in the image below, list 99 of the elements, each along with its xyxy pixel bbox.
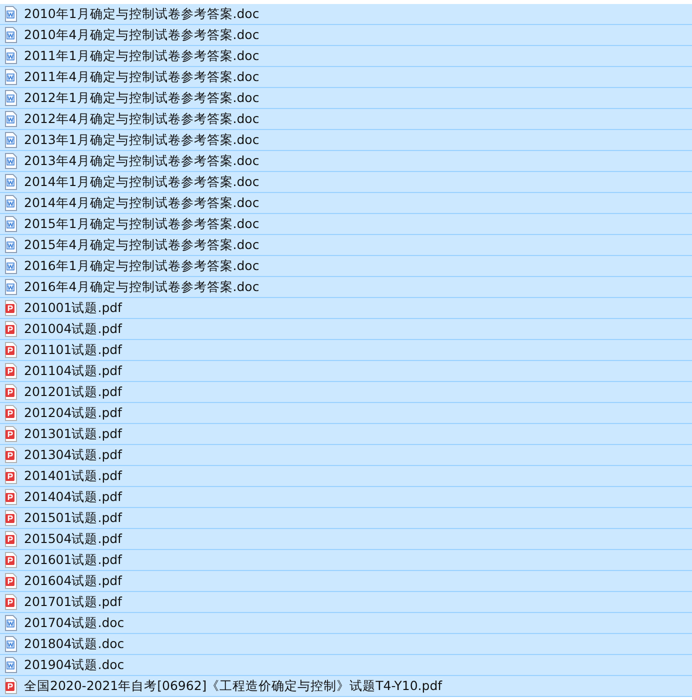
document-icon <box>4 657 18 673</box>
pdf-icon <box>4 447 18 463</box>
pdf-icon <box>4 384 18 400</box>
file-row[interactable]: 201104试题.pdf <box>0 361 692 382</box>
pdf-icon <box>4 405 18 421</box>
pdf-icon <box>4 468 18 484</box>
file-name: 2016年1月确定与控制试卷参考答案.doc <box>24 258 260 274</box>
file-row[interactable]: 201001试题.pdf <box>0 298 692 319</box>
document-icon <box>4 90 18 106</box>
file-name: 201104试题.pdf <box>24 362 122 380</box>
file-name: 2013年1月确定与控制试卷参考答案.doc <box>24 132 260 148</box>
file-row[interactable]: 2010年1月确定与控制试卷参考答案.doc <box>0 4 692 25</box>
file-row[interactable]: 201904试题.doc <box>0 655 692 676</box>
file-row[interactable]: 201304试题.pdf <box>0 445 692 466</box>
file-row[interactable]: 2011年1月确定与控制试卷参考答案.doc <box>0 46 692 67</box>
file-row[interactable]: 201201试题.pdf <box>0 382 692 403</box>
pdf-icon <box>4 552 18 568</box>
file-row[interactable]: 201601试题.pdf <box>0 550 692 571</box>
file-row[interactable]: 2014年4月确定与控制试卷参考答案.doc <box>0 193 692 214</box>
document-icon <box>4 237 18 253</box>
document-icon <box>4 216 18 232</box>
file-row[interactable]: 全国2020-2021年自考[06962]《工程造价确定与控制》试题T4-Y10.pdf <box>0 676 692 697</box>
file-name: 2016年4月确定与控制试卷参考答案.doc <box>24 278 260 296</box>
document-icon <box>4 615 18 631</box>
file-name: 201504试题.pdf <box>24 530 122 548</box>
file-name: 201501试题.pdf <box>24 510 122 526</box>
file-row[interactable]: 2016年1月确定与控制试卷参考答案.doc <box>0 256 692 277</box>
document-icon <box>4 69 18 85</box>
file-name: 2010年1月确定与控制试卷参考答案.doc <box>24 6 260 22</box>
document-icon <box>4 6 18 22</box>
file-name: 2010年4月确定与控制试卷参考答案.doc <box>24 26 260 44</box>
document-icon <box>4 279 18 295</box>
file-name: 2015年4月确定与控制试卷参考答案.doc <box>24 236 260 254</box>
pdf-icon <box>4 573 18 589</box>
file-name: 2014年4月确定与控制试卷参考答案.doc <box>24 194 260 212</box>
file-row[interactable]: 2015年1月确定与控制试卷参考答案.doc <box>0 214 692 235</box>
pdf-icon <box>4 426 18 442</box>
file-name: 201301试题.pdf <box>24 426 122 442</box>
pdf-icon <box>4 363 18 379</box>
file-name: 201204试题.pdf <box>24 404 122 422</box>
file-name: 201404试题.pdf <box>24 488 122 506</box>
document-icon <box>4 132 18 148</box>
file-name: 201001试题.pdf <box>24 300 122 316</box>
file-row[interactable]: 2012年4月确定与控制试卷参考答案.doc <box>0 109 692 130</box>
file-name: 2012年4月确定与控制试卷参考答案.doc <box>24 110 260 128</box>
pdf-icon <box>4 489 18 505</box>
pdf-icon <box>4 594 18 610</box>
document-icon <box>4 258 18 274</box>
file-name: 2013年4月确定与控制试卷参考答案.doc <box>24 152 260 170</box>
file-name: 全国2020-2021年自考[06962]《工程造价确定与控制》试题T4-Y10.pdf <box>24 678 442 694</box>
file-name: 2015年1月确定与控制试卷参考答案.doc <box>24 216 260 232</box>
document-icon <box>4 636 18 652</box>
pdf-icon <box>4 531 18 547</box>
file-row[interactable]: 201604试题.pdf <box>0 571 692 592</box>
file-name: 201604试题.pdf <box>24 572 122 590</box>
file-name: 2012年1月确定与控制试卷参考答案.doc <box>24 90 260 106</box>
file-row[interactable]: 201504试题.pdf <box>0 529 692 550</box>
file-row[interactable]: 201704试题.doc <box>0 613 692 634</box>
file-name: 201704试题.doc <box>24 614 124 632</box>
file-name: 201601试题.pdf <box>24 552 122 568</box>
file-name: 201701试题.pdf <box>24 594 122 610</box>
file-row[interactable]: 201701试题.pdf <box>0 592 692 613</box>
pdf-icon <box>4 678 18 694</box>
file-row[interactable]: 2013年1月确定与控制试卷参考答案.doc <box>0 130 692 151</box>
file-row[interactable]: 2016年4月确定与控制试卷参考答案.doc <box>0 277 692 298</box>
document-icon <box>4 195 18 211</box>
file-row[interactable]: 201204试题.pdf <box>0 403 692 424</box>
file-name: 201401试题.pdf <box>24 468 122 484</box>
file-row[interactable]: 2015年4月确定与控制试卷参考答案.doc <box>0 235 692 256</box>
file-name: 201201试题.pdf <box>24 384 122 400</box>
file-row[interactable]: 2013年4月确定与控制试卷参考答案.doc <box>0 151 692 172</box>
pdf-icon <box>4 321 18 337</box>
document-icon <box>4 27 18 43</box>
document-icon <box>4 174 18 190</box>
document-icon <box>4 48 18 64</box>
pdf-icon <box>4 510 18 526</box>
document-icon <box>4 111 18 127</box>
file-row[interactable]: 2014年1月确定与控制试卷参考答案.doc <box>0 172 692 193</box>
file-name: 2014年1月确定与控制试卷参考答案.doc <box>24 174 260 190</box>
file-name: 201904试题.doc <box>24 656 124 674</box>
document-icon <box>4 153 18 169</box>
file-row[interactable]: 201804试题.doc <box>0 634 692 655</box>
file-name: 2011年4月确定与控制试卷参考答案.doc <box>24 68 260 86</box>
file-name: 201304试题.pdf <box>24 446 122 464</box>
file-row[interactable]: 201004试题.pdf <box>0 319 692 340</box>
file-row[interactable]: 201301试题.pdf <box>0 424 692 445</box>
file-name: 201101试题.pdf <box>24 342 122 358</box>
file-row[interactable]: 2010年4月确定与控制试卷参考答案.doc <box>0 25 692 46</box>
pdf-icon <box>4 300 18 316</box>
pdf-icon <box>4 342 18 358</box>
file-name: 201004试题.pdf <box>24 320 122 338</box>
file-name: 201804试题.doc <box>24 636 124 652</box>
file-row[interactable]: 2011年4月确定与控制试卷参考答案.doc <box>0 67 692 88</box>
file-row[interactable]: 2012年1月确定与控制试卷参考答案.doc <box>0 88 692 109</box>
file-row[interactable]: 201401试题.pdf <box>0 466 692 487</box>
file-row[interactable]: 201501试题.pdf <box>0 508 692 529</box>
file-row[interactable]: 201101试题.pdf <box>0 340 692 361</box>
file-name: 2011年1月确定与控制试卷参考答案.doc <box>24 48 260 64</box>
file-row[interactable]: 201404试题.pdf <box>0 487 692 508</box>
